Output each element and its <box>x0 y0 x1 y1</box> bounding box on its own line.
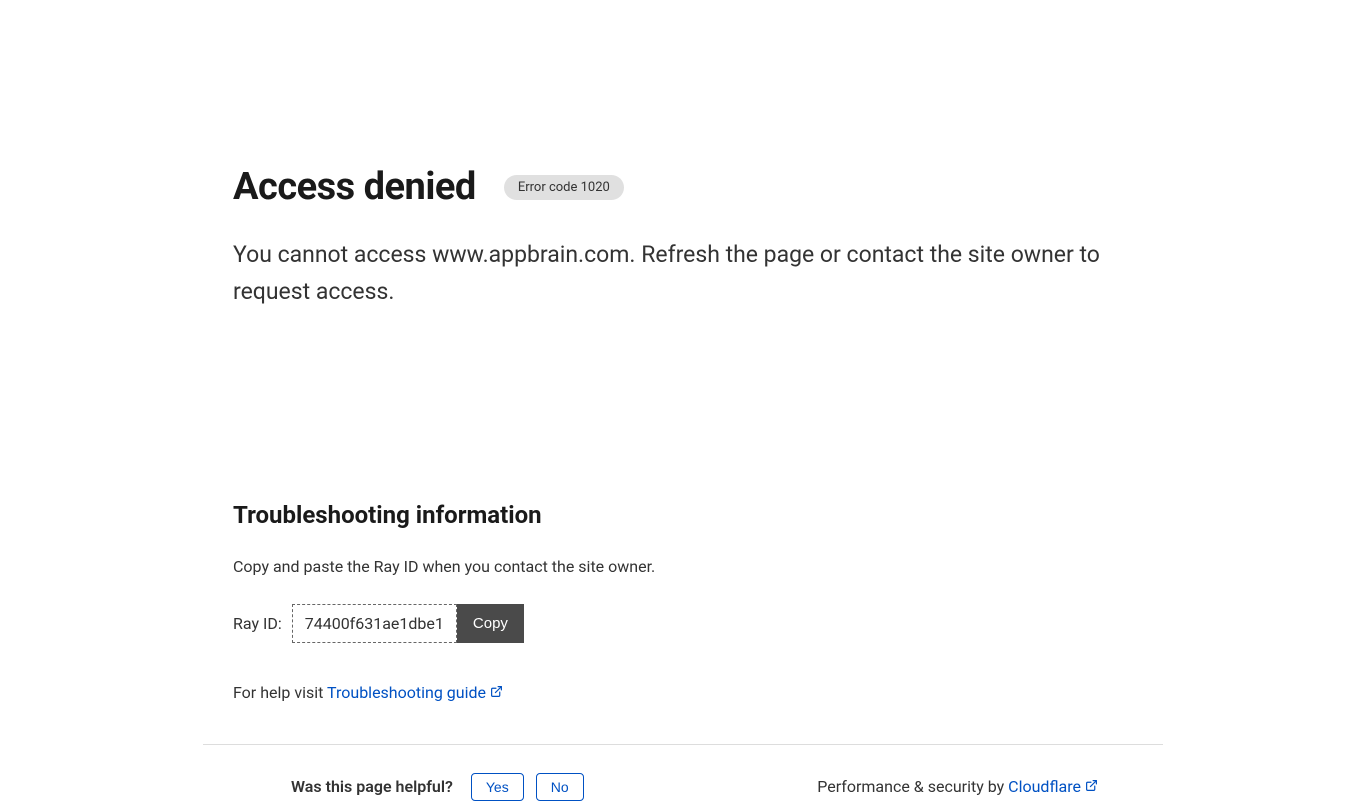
ray-id-value: 74400f631ae1dbe1 <box>292 604 457 643</box>
footer: Was this page helpful? Yes No Performanc… <box>203 745 1163 801</box>
cloudflare-label: Cloudflare <box>1008 777 1081 796</box>
title-row: Access denied Error code 1020 <box>233 165 1133 209</box>
external-link-icon <box>1085 777 1098 796</box>
troubleshooting-guide-link[interactable]: Troubleshooting guide <box>327 683 503 702</box>
cloudflare-link[interactable]: Cloudflare <box>1008 777 1098 796</box>
troubleshooting-heading: Troubleshooting information <box>233 501 1133 529</box>
security-prefix: Performance & security by <box>817 777 1008 796</box>
help-row: For help visit Troubleshooting guide <box>233 683 1133 702</box>
page-title: Access denied <box>233 165 476 209</box>
help-prefix: For help visit <box>233 683 327 702</box>
no-button[interactable]: No <box>536 773 584 801</box>
ray-id-label: Ray ID: <box>233 614 282 633</box>
error-description: You cannot access www.appbrain.com. Refr… <box>233 237 1133 311</box>
footer-attribution: Performance & security by Cloudflare <box>817 777 1133 796</box>
yes-button[interactable]: Yes <box>471 773 524 801</box>
troubleshooting-instruction: Copy and paste the Ray ID when you conta… <box>233 557 1133 576</box>
vote-buttons: Yes No <box>471 773 584 801</box>
error-code-badge: Error code 1020 <box>504 175 624 200</box>
troubleshooting-guide-label: Troubleshooting guide <box>327 683 486 702</box>
main-content: Access denied Error code 1020 You cannot… <box>203 0 1163 702</box>
helpful-question: Was this page helpful? <box>291 777 453 796</box>
footer-feedback: Was this page helpful? Yes No <box>233 773 584 801</box>
external-link-icon <box>490 683 503 702</box>
troubleshooting-section: Troubleshooting information Copy and pas… <box>233 501 1133 702</box>
copy-button[interactable]: Copy <box>457 604 524 643</box>
ray-id-row: Ray ID: 74400f631ae1dbe1 Copy <box>233 604 1133 643</box>
